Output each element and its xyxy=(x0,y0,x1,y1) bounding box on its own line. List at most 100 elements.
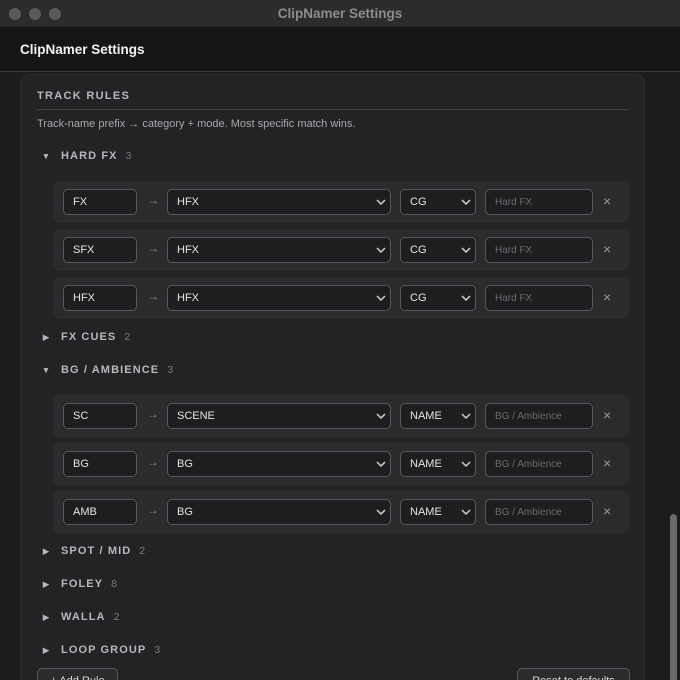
remove-rule-button[interactable]: × xyxy=(603,407,611,423)
group-count-badge: 2 xyxy=(124,331,131,343)
mode-select[interactable]: NAME xyxy=(400,403,476,429)
zoom-window-button[interactable] xyxy=(49,8,61,20)
chevron-right-icon: ▶ xyxy=(42,611,50,622)
rule-row: SC → SCENE NAME BG / Ambience × xyxy=(53,395,629,437)
remove-rule-button[interactable]: × xyxy=(603,503,611,519)
window-title: ClipNamer Settings xyxy=(277,6,403,21)
chevron-down-icon xyxy=(372,292,390,304)
mode-value: CG xyxy=(410,244,427,256)
chevron-down-icon xyxy=(372,506,390,518)
group-header[interactable]: ▶ LOOP GROUP 3 xyxy=(41,641,161,659)
section-description: Track-name prefix → category + mode. Mos… xyxy=(37,118,356,130)
group-header[interactable]: ▶ WALLA 2 xyxy=(41,608,120,626)
app-header: ClipNamer Settings xyxy=(0,28,680,72)
label-input[interactable]: BG / Ambience xyxy=(485,451,593,477)
mode-select[interactable]: CG xyxy=(400,189,476,215)
group-header[interactable]: ▶ SPOT / MID 2 xyxy=(41,542,145,560)
mode-value: CG xyxy=(410,292,427,304)
category-value: SCENE xyxy=(177,410,215,422)
rule-row: SFX → HFX CG Hard FX × xyxy=(53,229,629,271)
category-value: BG xyxy=(177,506,193,518)
chevron-down-icon xyxy=(457,244,475,256)
mode-value: CG xyxy=(410,196,427,208)
scrollbar[interactable] xyxy=(666,72,680,680)
minimize-window-button[interactable] xyxy=(29,8,41,20)
group-header[interactable]: ▼ HARD FX 3 xyxy=(41,147,132,165)
rule-row: HFX → HFX CG Hard FX × xyxy=(53,277,629,319)
prefix-input[interactable]: SFX xyxy=(63,237,137,263)
remove-rule-button[interactable]: × xyxy=(603,193,611,209)
group-header[interactable]: ▶ FX CUES 2 xyxy=(41,328,131,346)
group-count-badge: 3 xyxy=(125,150,132,162)
group-name: BG / AMBIENCE xyxy=(61,364,160,376)
chevron-right-icon: ▶ xyxy=(42,331,50,342)
label-input[interactable]: Hard FX xyxy=(485,237,593,263)
group-name: LOOP GROUP xyxy=(61,644,147,656)
label-input[interactable]: Hard FX xyxy=(485,285,593,311)
chevron-right-icon: ▶ xyxy=(42,545,50,556)
rule-row: BG → BG NAME BG / Ambience × xyxy=(53,443,629,485)
arrow-icon: → xyxy=(147,289,159,303)
prefix-input[interactable]: HFX xyxy=(63,285,137,311)
category-value: HFX xyxy=(177,244,199,256)
label-input[interactable]: Hard FX xyxy=(485,189,593,215)
category-select[interactable]: BG xyxy=(167,451,391,477)
prefix-input[interactable]: BG xyxy=(63,451,137,477)
category-value: BG xyxy=(177,458,193,470)
group-name: FX CUES xyxy=(61,331,117,343)
group-name: HARD FX xyxy=(61,150,118,162)
category-select[interactable]: BG xyxy=(167,499,391,525)
prefix-input[interactable]: AMB xyxy=(63,499,137,525)
mode-select[interactable]: CG xyxy=(400,285,476,311)
arrow-icon: → xyxy=(147,503,159,517)
chevron-down-icon xyxy=(372,244,390,256)
chevron-down-icon: ▼ xyxy=(41,365,51,375)
group-name: SPOT / MID xyxy=(61,545,132,557)
mode-select[interactable]: NAME xyxy=(400,499,476,525)
chevron-down-icon xyxy=(457,196,475,208)
window-titlebar[interactable]: ClipNamer Settings xyxy=(0,0,680,28)
mode-value: NAME xyxy=(410,410,442,422)
arrow-icon: → xyxy=(147,241,159,255)
track-rules-panel: TRACK RULES Track-name prefix → category… xyxy=(20,74,645,680)
chevron-down-icon xyxy=(457,410,475,422)
remove-rule-button[interactable]: × xyxy=(603,455,611,471)
category-select[interactable]: HFX xyxy=(167,189,391,215)
group-count-badge: 3 xyxy=(154,644,161,656)
scrollbar-thumb[interactable] xyxy=(670,514,677,680)
category-value: HFX xyxy=(177,196,199,208)
category-select[interactable]: SCENE xyxy=(167,403,391,429)
label-input[interactable]: BG / Ambience xyxy=(485,499,593,525)
label-input[interactable]: BG / Ambience xyxy=(485,403,593,429)
chevron-down-icon xyxy=(457,458,475,470)
category-select[interactable]: HFX xyxy=(167,237,391,263)
section-title: TRACK RULES xyxy=(37,90,131,102)
group-header[interactable]: ▶ FOLEY 8 xyxy=(41,575,117,593)
group-count-badge: 3 xyxy=(167,364,174,376)
remove-rule-button[interactable]: × xyxy=(603,289,611,305)
window-controls xyxy=(9,8,61,20)
prefix-input[interactable]: SC xyxy=(63,403,137,429)
group-count-badge: 2 xyxy=(113,611,120,623)
page-title: ClipNamer Settings xyxy=(20,42,145,57)
close-window-button[interactable] xyxy=(9,8,21,20)
arrow-icon: → xyxy=(147,193,159,207)
prefix-input[interactable]: FX xyxy=(63,189,137,215)
category-select[interactable]: HFX xyxy=(167,285,391,311)
remove-rule-button[interactable]: × xyxy=(603,241,611,257)
category-value: HFX xyxy=(177,292,199,304)
mode-select[interactable]: CG xyxy=(400,237,476,263)
group-header[interactable]: ▼ BG / AMBIENCE 3 xyxy=(41,361,173,379)
chevron-down-icon: ▼ xyxy=(41,151,51,161)
rule-row: FX → HFX CG Hard FX × xyxy=(53,181,629,223)
settings-content[interactable]: TRACK RULES Track-name prefix → category… xyxy=(0,72,680,680)
chevron-down-icon xyxy=(372,410,390,422)
group-name: FOLEY xyxy=(61,578,104,590)
mode-select[interactable]: NAME xyxy=(400,451,476,477)
reset-to-defaults-button[interactable]: Reset to defaults xyxy=(517,668,630,680)
mode-value: NAME xyxy=(410,458,442,470)
add-rule-button[interactable]: + Add Rule xyxy=(37,668,118,680)
chevron-down-icon xyxy=(372,458,390,470)
chevron-down-icon xyxy=(372,196,390,208)
chevron-down-icon xyxy=(457,506,475,518)
